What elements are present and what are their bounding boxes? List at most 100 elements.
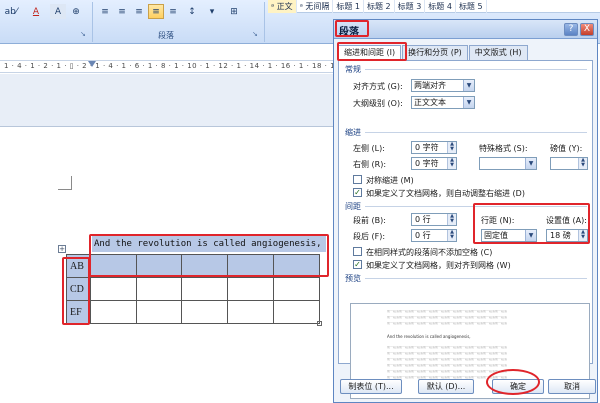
line-spacing-button[interactable]: ↕	[184, 4, 200, 19]
table-cell[interactable]	[181, 277, 229, 301]
enclose-characters-button[interactable]: ⊕	[68, 4, 84, 19]
special-indent-label: 特殊格式 (S):	[479, 144, 528, 153]
align-center-button[interactable]: ≡	[114, 4, 130, 19]
align-right-button[interactable]: ≡	[131, 4, 147, 19]
style-no-spacing[interactable]: ᵃ 无间隔	[297, 0, 334, 13]
outline-level-value: 正文文本	[414, 98, 446, 107]
preview-sample-text: And the revolution is called angiogenesi…	[387, 334, 471, 339]
table-cell[interactable]	[227, 277, 275, 301]
document-background	[0, 74, 345, 126]
auto-adjust-right-indent-checkbox[interactable]: ✓	[353, 188, 362, 197]
paragraph-dialog-launcher-icon[interactable]: ↘	[252, 30, 258, 38]
section-indentation: 缩进	[345, 128, 361, 137]
style-normal[interactable]: ᵃ 正文	[268, 0, 297, 13]
outline-level-label: 大纲级别 (O):	[353, 99, 403, 108]
highlight-first-row	[89, 234, 329, 277]
spacing-after-input[interactable]: 0 行 ▲ ▼	[411, 229, 457, 242]
alignment-select[interactable]: 两端对齐 ▼	[411, 79, 475, 92]
style-heading-1[interactable]: 标题 1	[333, 0, 365, 13]
spinner-arrows-icon[interactable]: ▲ ▼	[447, 142, 456, 153]
spacing-after-value: 0 行	[415, 231, 431, 240]
left-indent-value: 0 字符	[415, 143, 439, 152]
dialog-titlebar[interactable]: 段落 ? X	[334, 20, 597, 39]
right-indent-label: 右侧 (R):	[353, 160, 387, 169]
section-preview: 预览	[345, 274, 361, 283]
table-move-handle-icon[interactable]: +	[58, 245, 66, 253]
table-cell[interactable]	[181, 300, 229, 324]
right-indent-input[interactable]: 0 字符 ▲ ▼	[411, 157, 457, 170]
align-left-button[interactable]: ≡	[97, 4, 113, 19]
chevron-down-icon[interactable]: ▼	[463, 97, 474, 108]
spacing-before-value: 0 行	[415, 215, 431, 224]
table-cell[interactable]	[273, 300, 320, 324]
spinner-arrows-icon[interactable]: ▲ ▼	[447, 158, 456, 169]
style-heading-2[interactable]: 标题 2	[364, 0, 395, 13]
section-general: 常规	[345, 65, 361, 74]
cancel-button[interactable]: 取消	[548, 379, 596, 394]
auto-adjust-right-indent-label: 如果定义了文档网格，则自动调整右缩进 (D)	[366, 189, 525, 198]
style-heading-3[interactable]: 标题 3	[395, 0, 426, 13]
font-color-button[interactable]: A	[28, 4, 44, 19]
font-dialog-launcher-icon[interactable]: ↘	[80, 30, 86, 38]
highlight-dialog-title	[335, 20, 369, 37]
no-space-same-style-label: 在相同样式的段落间不添加空格 (C)	[366, 248, 493, 257]
spacing-before-input[interactable]: 0 行 ▲ ▼	[411, 213, 457, 226]
paragraph-group-label: 段落	[158, 31, 174, 40]
chevron-down-icon[interactable]: ▼	[463, 80, 474, 91]
divider	[365, 69, 587, 70]
style-heading-4[interactable]: 标题 4	[425, 0, 456, 13]
spinner-arrows-icon[interactable]: ▲ ▼	[447, 214, 456, 225]
no-space-same-style-checkbox[interactable]	[353, 247, 362, 256]
close-icon[interactable]: X	[580, 23, 594, 36]
table-row[interactable]: EF	[66, 300, 320, 324]
ribbon-separator	[92, 2, 93, 42]
table-cell[interactable]	[135, 300, 183, 324]
special-indent-select[interactable]: ▼	[479, 157, 537, 170]
table-cell[interactable]	[227, 300, 275, 324]
ribbon-separator	[264, 2, 265, 42]
help-icon[interactable]: ?	[564, 23, 578, 36]
spinner-arrows-icon[interactable]: ▲ ▼	[447, 230, 456, 241]
text-highlight-button[interactable]: ab⁄	[3, 4, 19, 19]
horizontal-ruler[interactable]: 1 · 4 · 1 · 2 · 1 · ▯ · 2 · 1 · 4 · 1 · …	[0, 60, 353, 73]
table-cell[interactable]	[135, 277, 183, 301]
highlight-indents-tab	[337, 42, 407, 61]
tab-asian-typography[interactable]: 中文版式 (H)	[468, 45, 528, 60]
style-heading-5[interactable]: 标题 5	[456, 0, 487, 13]
borders-button[interactable]: ⊞	[226, 4, 242, 19]
set-default-button[interactable]: 默认 (D)...	[418, 379, 474, 394]
mirror-indents-checkbox[interactable]	[353, 175, 362, 184]
indent-by-input[interactable]: ▲ ▼	[550, 157, 588, 170]
right-indent-value: 0 字符	[415, 159, 439, 168]
preview-line: 前一段落前一段落前一段落前一段落前一段落前一段落前一段落前一段落前一段落前一段落	[387, 310, 508, 313]
table-cell[interactable]	[89, 300, 137, 324]
preview-line: 前一段落前一段落前一段落前一段落前一段落前一段落前一段落前一段落前一段落前一段落	[387, 358, 508, 361]
character-shading-button[interactable]: A	[50, 4, 66, 19]
table-resize-handle-icon[interactable]	[317, 321, 322, 326]
tabs-button[interactable]: 制表位 (T)...	[340, 379, 402, 394]
shading-button[interactable]: ▾	[204, 4, 220, 19]
highlight-row-labels	[62, 257, 90, 325]
table-row[interactable]: CD	[66, 277, 320, 301]
outline-level-select[interactable]: 正文文本 ▼	[411, 96, 475, 109]
spinner-arrows-icon[interactable]: ▲ ▼	[578, 158, 587, 169]
preview-line: 前一段落前一段落前一段落前一段落前一段落前一段落前一段落前一段落前一段落前一段落	[387, 316, 508, 319]
chevron-down-icon[interactable]: ▼	[525, 158, 536, 169]
preview-line: 前一段落前一段落前一段落前一段落前一段落前一段落前一段落前一段落前一段落前一段落	[387, 346, 508, 349]
table-cell[interactable]	[89, 277, 137, 301]
left-indent-label: 左侧 (L):	[353, 144, 385, 153]
section-spacing: 间距	[345, 202, 361, 211]
justify-button[interactable]: ≡	[148, 4, 164, 19]
quick-styles-gallery: ᵃ 正文 ᵃ 无间隔 标题 1 标题 2 标题 3 标题 4 标题 5	[268, 0, 600, 13]
left-indent-input[interactable]: 0 字符 ▲ ▼	[411, 141, 457, 154]
snap-to-grid-checkbox[interactable]: ✓	[353, 260, 362, 269]
page-corner-mark	[58, 176, 72, 190]
table-cell[interactable]	[273, 277, 320, 301]
highlight-line-spacing	[473, 203, 590, 244]
preview-line: 前一段落前一段落前一段落前一段落前一段落前一段落前一段落前一段落前一段落前一段落	[387, 322, 508, 325]
indent-by-label: 磅值 (Y):	[550, 144, 583, 153]
spacing-after-label: 段后 (F):	[353, 232, 386, 241]
distributed-align-button[interactable]: ≡	[165, 4, 181, 19]
tab-line-page-breaks[interactable]: 换行和分页 (P)	[402, 45, 468, 60]
indent-marker-icon[interactable]	[88, 61, 96, 67]
